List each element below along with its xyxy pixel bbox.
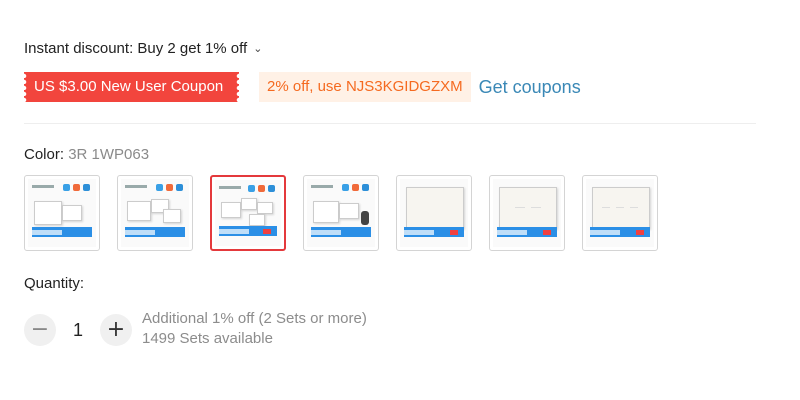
- swatch-thumbnail: [307, 179, 375, 247]
- quantity-increase-button[interactable]: +: [100, 314, 132, 346]
- swatch-thumbnail: [121, 179, 189, 247]
- get-coupons-link[interactable]: Get coupons: [479, 77, 581, 98]
- color-label-text: Color:: [24, 146, 69, 163]
- instant-discount-toggle[interactable]: Instant discount: Buy 2 get 1% off ⌄: [24, 40, 262, 57]
- swatch-thumbnail: [586, 179, 654, 247]
- color-swatch[interactable]: [24, 175, 100, 251]
- quantity-decrease-button[interactable]: −: [24, 314, 56, 346]
- bulk-offer-text: Additional 1% off (2 Sets or more): [142, 310, 367, 327]
- section-divider: [24, 123, 756, 124]
- swatch-thumbnail: [28, 179, 96, 247]
- color-swatch[interactable]: [303, 175, 379, 251]
- color-swatch[interactable]: [582, 175, 658, 251]
- color-swatch[interactable]: [396, 175, 472, 251]
- chevron-down-icon: ⌄: [253, 43, 263, 55]
- quantity-input[interactable]: 1: [56, 320, 100, 341]
- color-swatch-list: [24, 175, 658, 251]
- color-swatch[interactable]: [489, 175, 565, 251]
- color-selected-value: 3R 1WP063: [68, 146, 150, 163]
- color-swatch-selected[interactable]: [210, 175, 286, 251]
- color-swatch[interactable]: [117, 175, 193, 251]
- swatch-thumbnail: [493, 179, 561, 247]
- color-label: Color: 3R 1WP063: [24, 146, 149, 163]
- stock-available-text: 1499 Sets available: [142, 330, 273, 347]
- code-coupon[interactable]: 2% off, use NJS3KGIDGZXM: [259, 72, 471, 102]
- swatch-thumbnail: [400, 179, 468, 247]
- instant-discount-text: Instant discount: Buy 2 get 1% off: [24, 40, 248, 57]
- swatch-thumbnail: [215, 180, 281, 246]
- coupon-row: US $3.00 New User Coupon 2% off, use NJS…: [24, 72, 581, 102]
- new-user-coupon-label: US $3.00 New User Coupon: [34, 78, 224, 95]
- code-coupon-label: 2% off, use NJS3KGIDGZXM: [267, 78, 463, 95]
- quantity-info: Additional 1% off (2 Sets or more) 1499 …: [142, 309, 367, 349]
- new-user-coupon[interactable]: US $3.00 New User Coupon: [24, 72, 239, 102]
- quantity-label: Quantity:: [24, 275, 85, 292]
- quantity-stepper: − 1 + Additional 1% off (2 Sets or more)…: [24, 309, 367, 349]
